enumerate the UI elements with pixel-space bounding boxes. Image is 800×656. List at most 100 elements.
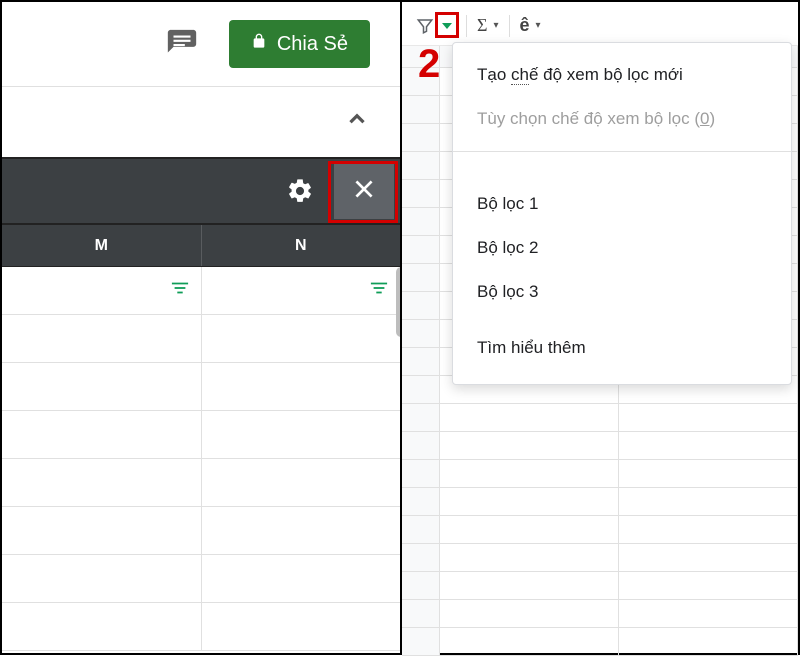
menu-item-filter-2[interactable]: Bộ lọc 2 <box>453 226 791 270</box>
left-panel: Chia Sẻ 1 M N <box>2 2 400 653</box>
input-tools-button[interactable]: ê <box>520 12 530 40</box>
menu-item-filter-3[interactable]: Bộ lọc 3 <box>453 270 791 314</box>
cell[interactable] <box>619 600 798 628</box>
menu-item-learn-more[interactable]: Tìm hiểu thêm <box>453 326 791 370</box>
share-button[interactable]: Chia Sẻ <box>229 20 370 68</box>
cell[interactable] <box>202 459 401 506</box>
annotation-2: 2 <box>418 42 440 87</box>
spreadsheet-grid-left <box>2 267 400 651</box>
row-number[interactable] <box>402 264 440 292</box>
right-panel: Σ ▾ ê ▾ <box>402 2 798 653</box>
text: Tạo <box>477 65 511 84</box>
input-tools-dropdown-icon[interactable]: ▾ <box>536 12 541 40</box>
funnel-icon[interactable] <box>416 12 434 40</box>
cell[interactable] <box>2 555 202 602</box>
functions-dropdown-icon[interactable]: ▾ <box>493 12 498 40</box>
menu-label: Bộ lọc 1 <box>477 194 538 213</box>
functions-button[interactable]: Σ <box>477 12 487 40</box>
cell[interactable] <box>202 411 401 458</box>
cell[interactable] <box>202 267 401 314</box>
filter-icon[interactable] <box>370 281 388 300</box>
cell[interactable] <box>440 544 619 572</box>
gear-icon[interactable] <box>286 177 314 205</box>
filter-view-bar <box>2 157 400 225</box>
table-row <box>2 267 400 315</box>
row-number[interactable] <box>402 96 440 124</box>
share-label: Chia Sẻ <box>277 33 348 56</box>
cell[interactable] <box>2 459 202 506</box>
left-header: Chia Sẻ <box>2 2 400 87</box>
toolbar-separator <box>466 15 467 37</box>
cell[interactable] <box>619 572 798 600</box>
row-number[interactable] <box>402 600 440 628</box>
cell[interactable] <box>2 267 202 314</box>
cell[interactable] <box>619 544 798 572</box>
cell[interactable] <box>440 488 619 516</box>
cell[interactable] <box>2 315 202 362</box>
row-number[interactable] <box>402 572 440 600</box>
menu-item-filter-view-options: Tùy chọn chế độ xem bộ lọc (0) <box>453 97 791 141</box>
cell[interactable] <box>440 572 619 600</box>
cell[interactable] <box>202 507 401 554</box>
row-number[interactable] <box>402 208 440 236</box>
cell[interactable] <box>440 432 619 460</box>
filter-icon[interactable] <box>171 281 189 300</box>
menu-label: Bộ lọc 3 <box>477 282 538 301</box>
cell[interactable] <box>202 363 401 410</box>
row-number[interactable] <box>402 124 440 152</box>
row-number[interactable] <box>402 432 440 460</box>
row-number[interactable] <box>402 376 440 404</box>
cell[interactable] <box>440 516 619 544</box>
row-number[interactable] <box>402 292 440 320</box>
text: ch <box>511 65 529 85</box>
toolbar-separator <box>509 15 510 37</box>
cell[interactable] <box>619 404 798 432</box>
dropdown-triangle-icon <box>442 23 452 29</box>
column-header-m[interactable]: M <box>2 225 202 266</box>
cell[interactable] <box>619 432 798 460</box>
cell[interactable] <box>2 603 202 650</box>
close-filter-view-button[interactable] <box>334 163 394 219</box>
toolbar: Σ ▾ ê ▾ <box>402 2 798 46</box>
text: ) <box>709 109 715 128</box>
chevron-up-icon[interactable] <box>344 106 370 139</box>
lock-icon <box>251 32 267 56</box>
row-number[interactable] <box>402 404 440 432</box>
row-number[interactable] <box>402 348 440 376</box>
cell[interactable] <box>440 600 619 628</box>
menu-label: Bộ lọc 2 <box>477 238 538 257</box>
cell[interactable] <box>202 603 401 650</box>
column-header-n[interactable]: N <box>202 225 401 266</box>
menu-item-create-filter-view[interactable]: Tạo chế độ xem bộ lọc mới <box>453 53 791 97</box>
column-headers: M N <box>2 225 400 267</box>
filter-views-menu: Tạo chế độ xem bộ lọc mới Tùy chọn chế đ… <box>452 42 792 385</box>
row-number[interactable] <box>402 320 440 348</box>
row-number[interactable] <box>402 516 440 544</box>
comment-icon[interactable] <box>165 27 199 61</box>
cell[interactable] <box>2 363 202 410</box>
filter-dropdown-button[interactable] <box>438 15 456 37</box>
cell[interactable] <box>619 628 798 656</box>
cell[interactable] <box>619 488 798 516</box>
row-number[interactable] <box>402 236 440 264</box>
collapse-row <box>2 87 400 157</box>
row-number[interactable] <box>402 488 440 516</box>
text: Tùy chọn chế độ xem bộ lọc ( <box>477 109 700 128</box>
cell[interactable] <box>202 315 401 362</box>
menu-divider <box>453 151 791 152</box>
menu-item-filter-1[interactable]: Bộ lọc 1 <box>453 182 791 226</box>
text: ế độ xem bộ lọc mới <box>529 65 683 84</box>
cell[interactable] <box>2 411 202 458</box>
row-number[interactable] <box>402 628 440 656</box>
cell[interactable] <box>202 555 401 602</box>
cell[interactable] <box>440 404 619 432</box>
cell[interactable] <box>2 507 202 554</box>
row-number[interactable] <box>402 460 440 488</box>
row-number[interactable] <box>402 152 440 180</box>
row-number[interactable] <box>402 180 440 208</box>
cell[interactable] <box>619 516 798 544</box>
cell[interactable] <box>619 460 798 488</box>
cell[interactable] <box>440 460 619 488</box>
cell[interactable] <box>440 628 619 656</box>
row-number[interactable] <box>402 544 440 572</box>
